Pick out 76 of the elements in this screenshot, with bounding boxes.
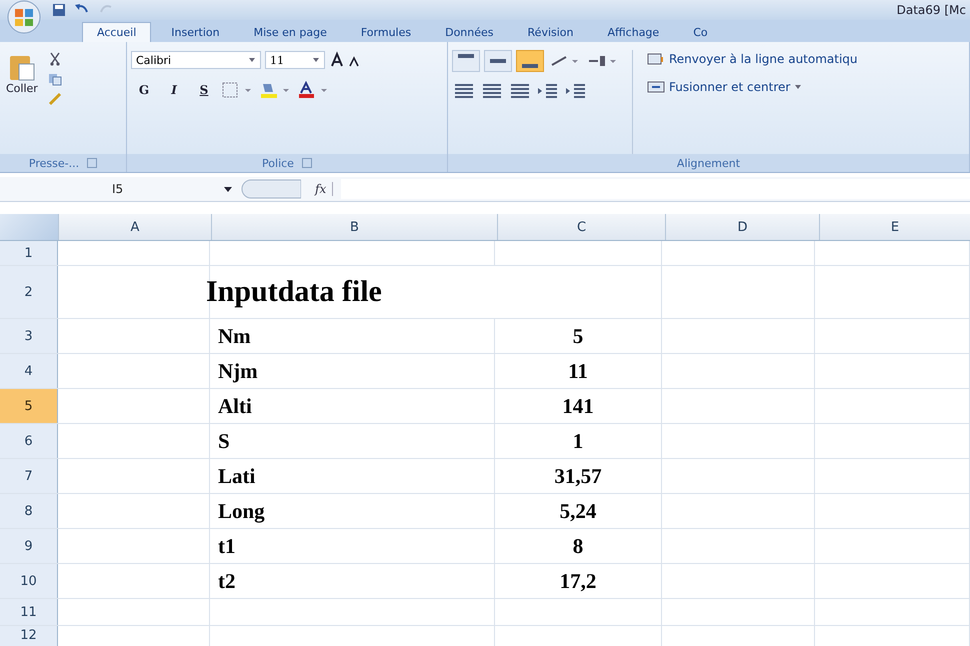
- align-bar-icon: [490, 59, 506, 63]
- table-cell: 1: [572, 428, 584, 454]
- table-cell-text: Nm: [217, 324, 251, 348]
- table-cell: 5: [572, 324, 584, 348]
- row-header[interactable]: 8: [0, 494, 58, 528]
- table-cell: 11: [568, 358, 588, 384]
- row-header[interactable]: 4: [0, 354, 58, 388]
- row-header[interactable]: 2: [0, 266, 58, 318]
- font-family-field[interactable]: Calibri: [131, 51, 261, 69]
- ribbon-tab[interactable]: Accueil: [82, 22, 152, 42]
- row-header[interactable]: 5: [0, 389, 58, 423]
- ribbon-tab[interactable]: Données: [431, 22, 508, 42]
- table-cell-text: t1: [217, 534, 236, 558]
- ribbon-tab[interactable]: Révision: [514, 22, 588, 42]
- group-label: Police: [262, 156, 294, 170]
- column-header[interactable]: D: [665, 214, 819, 240]
- title-text: Inputdata file: [206, 275, 382, 309]
- table-cell-text: Njm: [217, 358, 258, 384]
- align-bar-icon: [522, 64, 538, 68]
- ribbon-tab[interactable]: Co: [679, 22, 722, 42]
- ribbon-tab[interactable]: Affichage: [594, 22, 674, 42]
- horizontal-align-icon[interactable]: [452, 82, 476, 100]
- dropdown-arrow-icon: [312, 57, 320, 63]
- window-title: Data69 [Mc: [896, 3, 967, 17]
- merge-center-button[interactable]: Fusionner et centrer: [645, 78, 860, 96]
- row-header[interactable]: 1: [0, 241, 58, 265]
- row-header[interactable]: 11: [0, 599, 58, 625]
- row-header[interactable]: 10: [0, 564, 58, 598]
- vertical-align-button[interactable]: [484, 50, 512, 72]
- align-bar-icon: [458, 54, 474, 58]
- table-cell: 141: [562, 394, 594, 418]
- table-cell: 31,57: [554, 464, 602, 488]
- group-label: Alignement: [676, 156, 740, 170]
- table-cell-text: S: [217, 428, 230, 454]
- column-header[interactable]: C: [497, 214, 665, 240]
- table-cell: 8: [572, 534, 584, 558]
- dropdown-arrow-icon: [248, 57, 256, 63]
- horizontal-align-icon[interactable]: [480, 82, 504, 100]
- vertical-align-button[interactable]: [452, 50, 480, 72]
- copy-icon[interactable]: [48, 72, 62, 86]
- row-header[interactable]: 12: [0, 626, 58, 646]
- column-header[interactable]: A: [58, 214, 211, 240]
- row-header[interactable]: 3: [0, 319, 58, 353]
- paste-button[interactable]: Coller: [4, 50, 40, 97]
- column-header[interactable]: B: [211, 214, 497, 240]
- indent-change-icon[interactable]: [536, 82, 560, 100]
- table-cell-text: Alti: [217, 394, 252, 418]
- dropdown-arrow-icon: [794, 84, 802, 90]
- horizontal-align-icon[interactable]: [508, 82, 532, 100]
- wrap-text-icon: [647, 52, 665, 66]
- table-cell-text: Long: [217, 498, 265, 524]
- insert-function-button[interactable]: fx: [309, 182, 334, 196]
- row-header[interactable]: 6: [0, 424, 58, 458]
- column-header[interactable]: E: [819, 214, 970, 240]
- dropdown-arrow-icon[interactable]: [223, 185, 233, 193]
- merge-cells-icon: [647, 80, 665, 94]
- ribbon-tab[interactable]: Insertion: [157, 22, 234, 42]
- table-cell: 17,2: [560, 568, 596, 594]
- bold-button[interactable]: G: [131, 80, 157, 100]
- wrap-text-button[interactable]: Renvoyer à la ligne automatiqu: [645, 50, 860, 68]
- row-header[interactable]: 9: [0, 529, 58, 563]
- cut-icon[interactable]: [48, 52, 62, 66]
- save-icon[interactable]: [52, 3, 66, 17]
- group-label: Presse-...: [28, 156, 80, 170]
- name-box[interactable]: I5: [0, 182, 215, 196]
- ribbon-tab[interactable]: Mise en page: [240, 22, 341, 42]
- indent-change-icon[interactable]: [564, 82, 588, 100]
- table-cell-text: Lati: [217, 464, 256, 488]
- table-cell-text: t2: [217, 568, 236, 594]
- italic-button[interactable]: I: [161, 80, 187, 100]
- row-header[interactable]: 7: [0, 459, 58, 493]
- underline-button[interactable]: S: [191, 80, 217, 100]
- font-size-field[interactable]: 11: [265, 51, 325, 69]
- table-cell: 5,24: [560, 498, 596, 524]
- vertical-align-button[interactable]: [516, 50, 544, 72]
- ribbon-tab[interactable]: Formules: [346, 22, 426, 42]
